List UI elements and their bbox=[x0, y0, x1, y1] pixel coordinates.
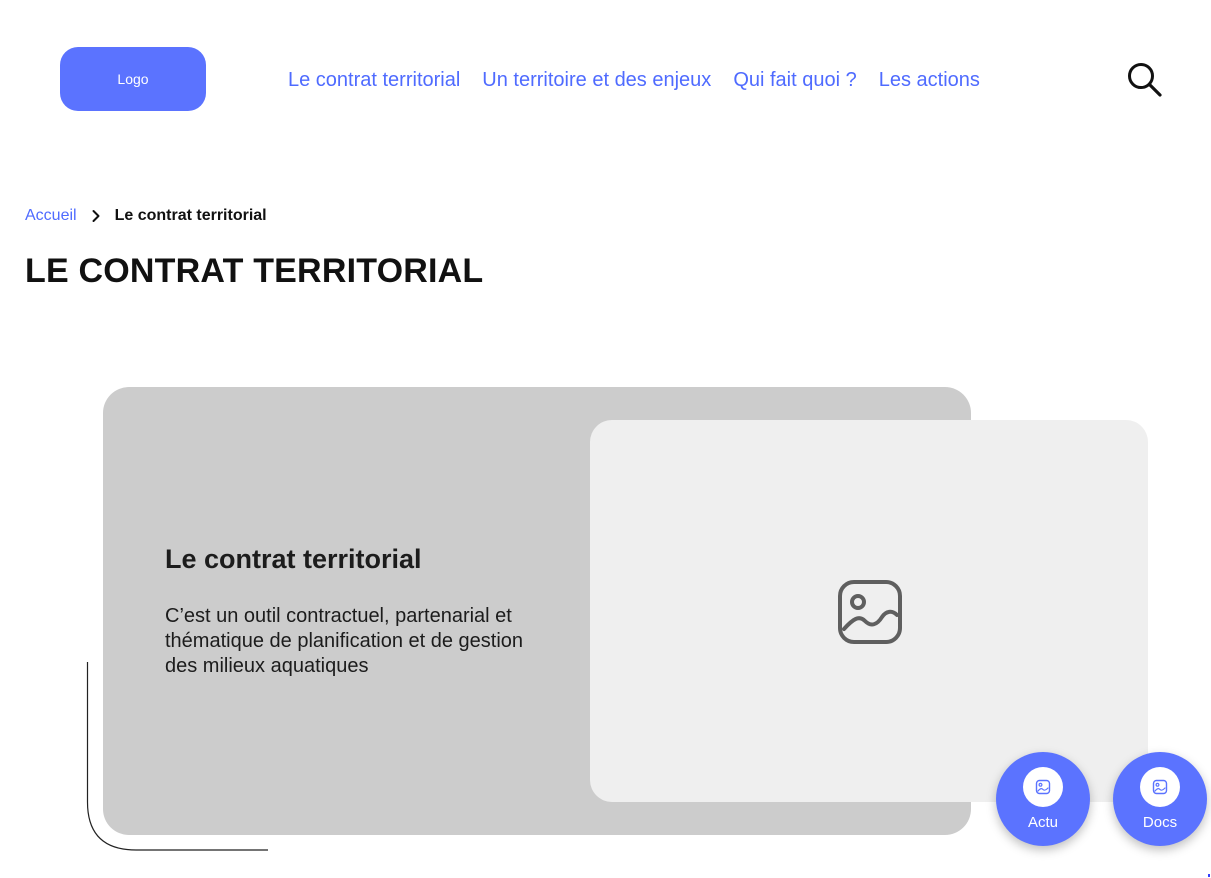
nav-item-contrat-territorial[interactable]: Le contrat territorial bbox=[288, 66, 460, 94]
logo-label: Logo bbox=[117, 71, 149, 87]
page-title: LE CONTRAT TERRITORIAL bbox=[25, 252, 484, 290]
image-icon bbox=[1140, 767, 1180, 807]
nav-item-territoire-enjeux[interactable]: Un territoire et des enjeux bbox=[482, 66, 711, 94]
breadcrumb: Accueil Le contrat territorial bbox=[25, 205, 267, 227]
image-placeholder-icon bbox=[838, 580, 902, 644]
docs-button[interactable]: Docs bbox=[1113, 752, 1207, 846]
main-nav: Le contrat territorial Un territoire et … bbox=[288, 66, 980, 94]
docs-label: Docs bbox=[1142, 814, 1178, 831]
chevron-right-icon bbox=[92, 210, 100, 222]
nav-item-les-actions[interactable]: Les actions bbox=[879, 66, 980, 94]
search-icon[interactable] bbox=[1126, 61, 1162, 97]
decorative-dot bbox=[1208, 874, 1210, 877]
breadcrumb-home[interactable]: Accueil bbox=[25, 207, 77, 225]
actu-button[interactable]: Actu bbox=[996, 752, 1090, 846]
image-icon bbox=[1023, 767, 1063, 807]
card-description: C’est un outil contractuel, partenarial … bbox=[165, 605, 524, 677]
actu-label: Actu bbox=[1027, 814, 1058, 831]
breadcrumb-current: Le contrat territorial bbox=[114, 207, 267, 224]
nav-item-qui-fait-quoi[interactable]: Qui fait quoi ? bbox=[733, 66, 856, 94]
card-title: Le contrat territorial bbox=[165, 544, 422, 574]
logo[interactable]: Logo bbox=[60, 47, 206, 111]
